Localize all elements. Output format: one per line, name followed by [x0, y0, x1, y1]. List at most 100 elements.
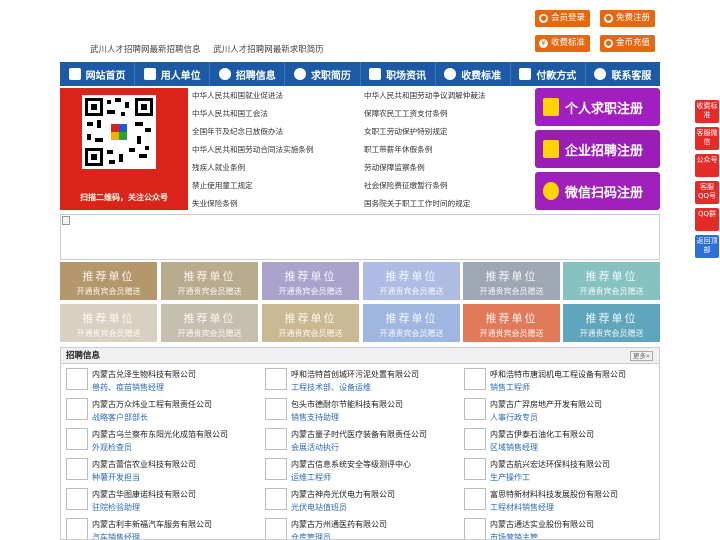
recommend-unit-card[interactable]: 推荐单位 开通贵宾会员赠送: [563, 304, 660, 342]
job-item[interactable]: 内蒙古乌兰察布东阳光化成箔有限公司 外观检查员: [61, 426, 257, 456]
recommend-unit-card[interactable]: 推荐单位 开通贵宾会员赠送: [161, 304, 258, 342]
company-register-button[interactable]: 企业招聘注册: [535, 130, 660, 168]
law-link[interactable]: 全国年节及纪念日放假办法: [192, 126, 283, 137]
job-item[interactable]: 内蒙古兑泽生物科技有限公司 兽药、疫苗销售经理: [61, 366, 257, 396]
company-name[interactable]: 内蒙古乌兰察布东阳光化成箔有限公司: [92, 429, 228, 440]
side-service-wechat[interactable]: 客服微信: [695, 127, 719, 150]
wechat-register-button[interactable]: 微信扫码注册: [535, 172, 660, 210]
recommend-unit-card[interactable]: 推荐单位 开通贵宾会员赠送: [60, 304, 157, 342]
nav-payment[interactable]: 付款方式: [511, 62, 586, 86]
nav-employers[interactable]: 用人单位: [135, 62, 211, 86]
job-position[interactable]: 光伏电站值班员: [291, 502, 347, 513]
job-item[interactable]: 内蒙古万众炜业工程有限责任公司 战略客户部部长: [61, 396, 257, 426]
side-official-account[interactable]: 公众号: [695, 154, 719, 177]
job-position[interactable]: 战略客户部部长: [92, 412, 148, 423]
latest-resumes-link[interactable]: 武川人才招聘网最新求职简历: [213, 45, 324, 55]
job-item[interactable]: 内蒙古航兴宏达环保科技有限公司 生产操作工: [459, 456, 655, 486]
law-link[interactable]: 中华人民共和国就业促进法: [192, 90, 283, 101]
law-link[interactable]: 劳动保障监察条例: [364, 162, 425, 173]
job-position[interactable]: 销售工程师: [490, 382, 530, 393]
job-item[interactable]: 包头市德耐尔节能科技有限公司 销售支持助理: [260, 396, 456, 426]
job-item[interactable]: 内蒙古信息系统安全等级测评中心 运维工程师: [260, 456, 456, 486]
company-name[interactable]: 内蒙古蕾信农业科技有限公司: [92, 459, 196, 470]
company-name[interactable]: 内蒙古航兴宏达环保科技有限公司: [490, 459, 610, 470]
company-name[interactable]: 内蒙古万州通医药有限公司: [291, 519, 387, 530]
job-item[interactable]: 内蒙古广羿房地产开发有限公司 人事行政专员: [459, 396, 655, 426]
job-position[interactable]: 人事行政专员: [490, 412, 538, 423]
nav-resumes[interactable]: 求职简历: [285, 62, 361, 86]
job-position[interactable]: 驻院检验助理: [92, 502, 140, 513]
free-register-button[interactable]: ● 免费注册: [600, 10, 656, 27]
law-link[interactable]: 中华人民共和国劳动争议调解仲裁法: [364, 90, 486, 101]
law-link[interactable]: 禁止使用童工规定: [192, 180, 253, 191]
company-name[interactable]: 内蒙古伊泰石油化工有限公司: [490, 429, 594, 440]
company-name[interactable]: 内蒙古利丰新福汽车服务有限公司: [92, 519, 212, 530]
job-item[interactable]: 内蒙古量子时代医疗装备有限责任公司 会展活动执行: [260, 426, 456, 456]
law-link[interactable]: 残疾人就业条例: [192, 162, 245, 173]
job-position[interactable]: 种薯开发担当: [92, 472, 140, 483]
side-back-to-top[interactable]: 返回顶部: [695, 235, 719, 258]
job-item[interactable]: 内蒙古通达实业股份有限公司 市场营销主管: [459, 516, 655, 539]
company-name[interactable]: 内蒙古华图康诺科技有限公司: [92, 489, 196, 500]
job-position[interactable]: 兽药、疫苗销售经理: [92, 382, 164, 393]
company-name[interactable]: 内蒙古兑泽生物科技有限公司: [92, 369, 196, 380]
company-name[interactable]: 呼和浩特首创城环污泥处置有限公司: [291, 369, 419, 380]
company-name[interactable]: 内蒙古广羿房地产开发有限公司: [490, 399, 602, 410]
law-link[interactable]: 社会保险费征缴暂行条例: [364, 180, 448, 191]
law-link[interactable]: 女职工劳动保护特别规定: [364, 126, 448, 137]
gold-recharge-button[interactable]: ● 金币充值: [600, 35, 656, 52]
side-qq-group[interactable]: QQ群: [695, 208, 719, 231]
job-item[interactable]: 内蒙古万州通医药有限公司仓库管理员: [260, 516, 456, 539]
fee-standard-button[interactable]: ¥ 收费标准: [535, 35, 591, 52]
law-link[interactable]: 保障农民工工资支付条例: [364, 108, 448, 119]
job-item[interactable]: 呼和浩特首创城环污泥处置有限公司 工程技术部、设备运维: [260, 366, 456, 396]
nav-jobs[interactable]: 招聘信息: [210, 62, 286, 86]
nav-home[interactable]: 网站首页: [60, 62, 136, 86]
company-name[interactable]: 内蒙古量子时代医疗装备有限责任公司: [291, 429, 427, 440]
job-position[interactable]: 运维工程师: [291, 472, 331, 483]
nav-news[interactable]: 职场资讯: [361, 62, 436, 86]
job-position[interactable]: 仓库管理员: [291, 532, 331, 539]
job-position[interactable]: 工程材料销售经理: [490, 502, 554, 513]
job-position[interactable]: 生产操作工: [490, 472, 530, 483]
job-item[interactable]: 内蒙古华图康诺科技有限公司 驻院检验助理: [61, 486, 257, 516]
recommend-unit-card[interactable]: 推荐单位 开通贵宾会员赠送: [463, 304, 560, 342]
law-link[interactable]: 失业保险条例: [192, 198, 238, 209]
recommend-unit-card[interactable]: 推荐单位 开通贵宾会员赠送: [60, 262, 157, 300]
job-position[interactable]: 销售支持助理: [291, 412, 339, 423]
job-item[interactable]: 内蒙古利丰新福汽车服务有限公司汽车销售经理: [61, 516, 257, 539]
nav-contact[interactable]: 联系客服: [586, 62, 660, 86]
job-position[interactable]: 汽车销售经理: [92, 532, 140, 539]
company-name[interactable]: 包头市德耐尔节能科技有限公司: [291, 399, 403, 410]
job-position[interactable]: 市场营销主管: [490, 532, 538, 539]
recommend-unit-card[interactable]: 推荐单位 开通贵宾会员赠送: [262, 262, 359, 300]
more-link[interactable]: 更多»: [630, 351, 653, 361]
nav-fees[interactable]: 收费标准: [436, 62, 511, 86]
recommend-unit-card[interactable]: 推荐单位 开通贵宾会员赠送: [363, 304, 460, 342]
job-position[interactable]: 外观检查员: [92, 442, 132, 453]
banner-ad[interactable]: [60, 214, 660, 260]
job-item[interactable]: 呼和浩特市唐润机电工程设备有限公司 销售工程师: [459, 366, 655, 396]
law-link[interactable]: 中华人民共和国工会法: [192, 108, 268, 119]
member-login-button[interactable]: ● 会员登录: [535, 10, 591, 27]
job-item[interactable]: 内蒙古蕾信农业科技有限公司 种薯开发担当: [61, 456, 257, 486]
personal-register-button[interactable]: 个人求职注册: [535, 88, 660, 126]
law-link[interactable]: 中华人民共和国劳动合同法实施条例: [192, 144, 314, 155]
latest-jobs-link[interactable]: 武川人才招聘网最新招聘信息: [90, 45, 201, 55]
company-name[interactable]: 呼和浩特市唐润机电工程设备有限公司: [490, 369, 626, 380]
side-fee-standard[interactable]: 收费标准: [695, 100, 719, 123]
company-name[interactable]: 内蒙古万众炜业工程有限责任公司: [92, 399, 212, 410]
company-name[interactable]: 内蒙古信息系统安全等级测评中心: [291, 459, 411, 470]
job-item[interactable]: 富思特新材料科技发展股份有限公司 工程材料销售经理: [459, 486, 655, 516]
law-link[interactable]: 职工带薪年休假条例: [364, 144, 432, 155]
job-position[interactable]: 会展活动执行: [291, 442, 339, 453]
recommend-unit-card[interactable]: 推荐单位 开通贵宾会员赠送: [463, 262, 560, 300]
job-item[interactable]: 内蒙古神舟光伏电力有限公司 光伏电站值班员: [260, 486, 456, 516]
recommend-unit-card[interactable]: 推荐单位 开通贵宾会员赠送: [363, 262, 460, 300]
recommend-unit-card[interactable]: 推荐单位 开通贵宾会员赠送: [563, 262, 660, 300]
recommend-unit-card[interactable]: 推荐单位 开通贵宾会员赠送: [262, 304, 359, 342]
company-name[interactable]: 内蒙古神舟光伏电力有限公司: [291, 489, 395, 500]
company-name[interactable]: 富思特新材料科技发展股份有限公司: [490, 489, 618, 500]
job-position[interactable]: 区域销售经理: [490, 442, 538, 453]
job-item[interactable]: 内蒙古伊泰石油化工有限公司 区域销售经理: [459, 426, 655, 456]
